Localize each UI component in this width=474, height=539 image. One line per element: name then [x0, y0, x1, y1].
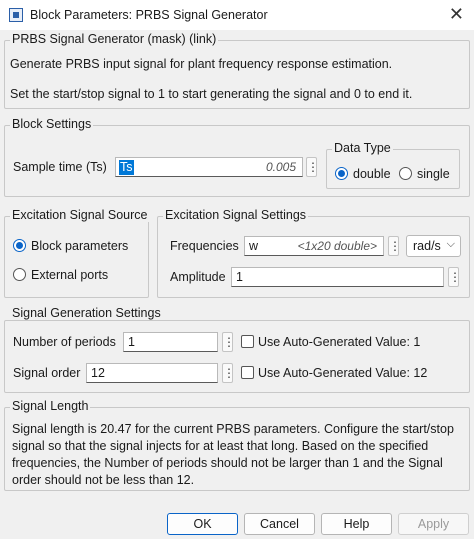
excitation-settings-legend: Excitation Signal Settings: [163, 208, 309, 222]
frequencies-field[interactable]: w <1x20 double>: [244, 236, 384, 256]
data-type-legend: Data Type: [332, 141, 393, 155]
ok-button[interactable]: OK: [167, 513, 238, 535]
periods-menu-icon[interactable]: ⋮: [222, 332, 235, 352]
signal-generation-legend: Signal Generation Settings: [10, 306, 163, 320]
chevron-down-icon: ⌵: [446, 238, 455, 250]
window-title: Block Parameters: PRBS Signal Generator: [30, 8, 268, 22]
source-external-ports-label: External ports: [31, 268, 109, 282]
data-type-single-radio[interactable]: [399, 167, 412, 180]
frequencies-label: Frequencies: [170, 239, 239, 253]
periods-auto-checkbox[interactable]: [241, 335, 254, 348]
signal-length-line-3: frequencies, the Number of periods shoul…: [12, 456, 443, 470]
mask-description-line-1: Generate PRBS input signal for plant fre…: [10, 57, 393, 71]
sample-time-hint: 0.005: [265, 160, 296, 174]
periods-label: Number of periods: [13, 335, 116, 349]
mask-description-line-2: Set the start/stop signal to 1 to start …: [10, 87, 413, 101]
frequencies-menu-icon[interactable]: ⋮: [388, 236, 401, 256]
sample-time-field[interactable]: Ts 0.005: [115, 157, 303, 177]
order-label: Signal order: [13, 366, 81, 380]
mask-heading: PRBS Signal Generator (mask) (link): [10, 32, 219, 46]
frequencies-hint: <1x20 double>: [297, 239, 377, 253]
source-block-parameters-radio[interactable]: [13, 239, 26, 252]
signal-length-line-2: signal so that the signal injects for at…: [12, 439, 429, 453]
frequency-unit-value: rad/s: [413, 239, 441, 253]
sample-time-value: Ts: [119, 160, 134, 175]
order-auto-label: Use Auto-Generated Value: 12: [258, 366, 428, 380]
data-type-double-radio[interactable]: [335, 167, 348, 180]
data-type-double-label: double: [353, 167, 391, 181]
data-type-single-label: single: [417, 167, 450, 181]
order-field[interactable]: 12: [86, 363, 218, 383]
title-bar: Block Parameters: PRBS Signal Generator …: [0, 0, 474, 30]
excitation-source-legend: Excitation Signal Source: [10, 208, 150, 222]
signal-length-line-4: order should not be less than 12.: [12, 473, 195, 487]
signal-generation-group: [4, 320, 470, 393]
simulink-block-icon: [9, 8, 23, 22]
periods-value: 1: [128, 335, 135, 349]
help-button[interactable]: Help: [321, 513, 392, 535]
periods-auto-label: Use Auto-Generated Value: 1: [258, 335, 421, 349]
amplitude-menu-icon[interactable]: ⋮: [448, 267, 461, 287]
order-auto-checkbox[interactable]: [241, 366, 254, 379]
apply-button[interactable]: Apply: [398, 513, 469, 535]
order-value: 12: [91, 366, 105, 380]
amplitude-label: Amplitude: [170, 270, 226, 284]
order-menu-icon[interactable]: ⋮: [222, 363, 235, 383]
block-settings-legend: Block Settings: [10, 117, 94, 131]
close-icon[interactable]: ✕: [449, 4, 464, 24]
excitation-source-group: [4, 216, 149, 298]
sample-time-label: Sample time (Ts): [13, 160, 107, 174]
periods-field[interactable]: 1: [123, 332, 218, 352]
source-external-ports-radio[interactable]: [13, 268, 26, 281]
frequencies-value: w: [249, 239, 259, 253]
amplitude-value: 1: [236, 270, 243, 284]
sample-time-menu-icon[interactable]: ⋮: [306, 157, 319, 177]
signal-length-line-1: Signal length is 20.47 for the current P…: [12, 422, 454, 436]
cancel-button[interactable]: Cancel: [244, 513, 315, 535]
source-block-parameters-label: Block parameters: [31, 239, 129, 253]
amplitude-field[interactable]: 1: [231, 267, 444, 287]
frequency-unit-dropdown[interactable]: rad/s ⌵: [406, 235, 461, 257]
signal-length-legend: Signal Length: [10, 399, 91, 413]
